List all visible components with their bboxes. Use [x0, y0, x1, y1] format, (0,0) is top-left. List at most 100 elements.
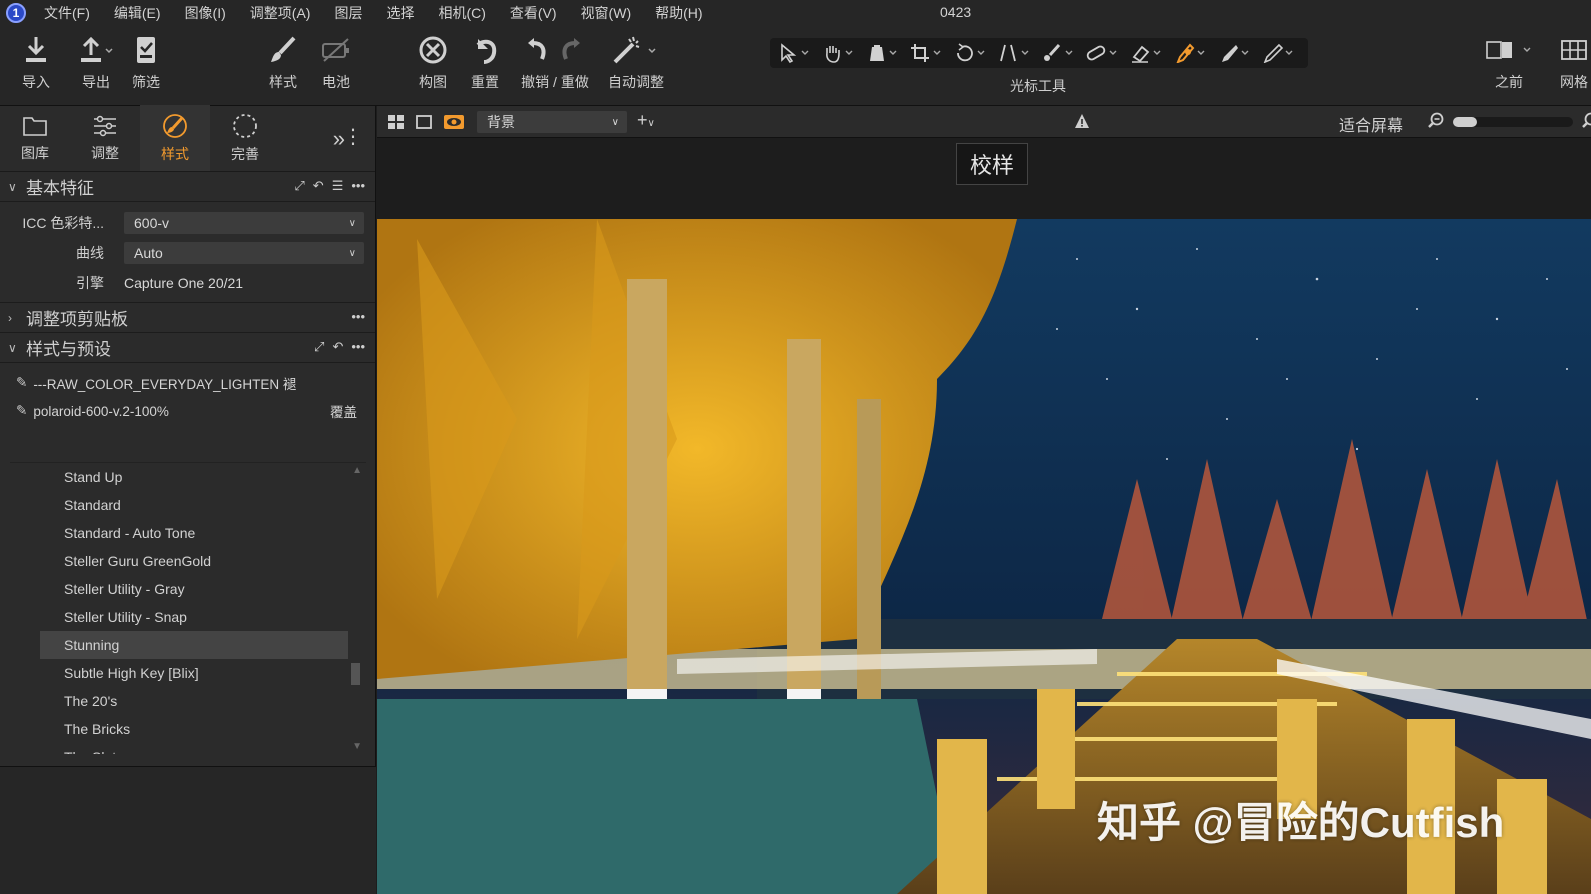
select-cursor-tool[interactable] [778, 43, 822, 63]
cursor-tools-group [770, 38, 1308, 68]
app-logo-icon[interactable]: 1 [6, 3, 26, 23]
list-item[interactable]: The Slats [10, 743, 348, 754]
add-layer-button[interactable]: +∨ [637, 110, 655, 131]
menu-layer[interactable]: 图层 [334, 3, 362, 23]
image-viewer[interactable]: 校样 知乎 @冒险的Cutfish [377, 139, 1591, 894]
watermark-text: 知乎 @冒险的Cutfish [1097, 799, 1505, 846]
icc-profile-select[interactable]: 600-v ∨ [124, 212, 364, 234]
list-item[interactable]: Stand Up [10, 463, 348, 491]
reset-section-icon[interactable]: ↶ [332, 339, 343, 355]
export-icon [78, 32, 114, 68]
reset-icon [470, 32, 500, 68]
refine-icon [233, 114, 257, 138]
styles-presets-header[interactable]: ∨ 样式与预设 ⤢ ↶ ••• [0, 333, 375, 363]
reset-section-icon[interactable]: ↶ [313, 178, 324, 194]
grid-button[interactable]: 网格 [1560, 32, 1588, 92]
single-view-icon[interactable] [415, 114, 433, 130]
icc-profile-value: 600-v [134, 215, 170, 231]
chevron-right-icon: › [8, 310, 12, 325]
import-button[interactable]: 导入 [22, 32, 50, 92]
loupe-cursor-tool[interactable] [866, 43, 910, 63]
curve-select[interactable]: Auto ∨ [124, 242, 364, 264]
menu-edit[interactable]: 编辑(E) [114, 3, 161, 23]
fit-screen-label[interactable]: 适合屏幕 [1339, 112, 1403, 136]
tab-refine-label: 完善 [231, 146, 259, 162]
list-item-selected[interactable]: Stunning [40, 631, 348, 659]
pin-icon[interactable]: ⤢ [294, 178, 304, 194]
keystone-cursor-tool[interactable] [998, 43, 1042, 63]
compose-button[interactable]: 构图 [418, 32, 448, 92]
folder-icon [23, 117, 47, 136]
loupe-icon [870, 45, 897, 61]
applied-style-item[interactable]: ✎ polaroid-600-v.2-100% 覆盖 [0, 397, 375, 425]
reset-button[interactable]: 重置 [470, 32, 500, 92]
zoom-out-icon[interactable] [1427, 112, 1445, 130]
more-options-icon[interactable]: ••• [351, 309, 365, 324]
warning-icon[interactable] [1074, 113, 1090, 129]
keystone-icon [1000, 44, 1029, 62]
grid-label: 网格 [1560, 74, 1588, 90]
grid-view-icon[interactable] [387, 114, 405, 130]
scroll-down-icon[interactable]: ▼ [352, 741, 362, 752]
menu-camera[interactable]: 相机(C) [438, 3, 485, 23]
rotate-cursor-tool[interactable] [954, 43, 998, 63]
list-item[interactable]: Steller Utility - Gray [10, 575, 348, 603]
menu-image[interactable]: 图像(I) [185, 3, 226, 23]
proof-eye-icon[interactable] [443, 114, 465, 130]
basic-characteristics-header[interactable]: ∨ 基本特征 ⤢ ↶ ☰ ••• [0, 172, 375, 202]
list-item[interactable]: Standard [10, 491, 348, 519]
menu-adjustments[interactable]: 调整项(A) [250, 3, 311, 23]
auto-adjust-button[interactable]: 自动调整 [608, 32, 664, 92]
scroll-up-icon[interactable]: ▲ [352, 465, 362, 476]
battery-button[interactable]: 电池 [320, 32, 352, 92]
scrollbar-thumb[interactable] [351, 663, 360, 685]
export-button[interactable]: 导出 [78, 32, 114, 92]
styles-presets-title: 样式与预设 [26, 340, 111, 359]
pencil-cursor-tool[interactable] [1262, 43, 1306, 63]
list-item[interactable]: Steller Utility - Snap [10, 603, 348, 631]
menu-window[interactable]: 视窗(W) [581, 3, 632, 23]
import-label: 导入 [22, 74, 50, 90]
undo-redo-label: 撤销 / 重做 [521, 74, 589, 90]
zoom-slider[interactable] [1453, 117, 1573, 127]
before-button[interactable]: 之前 [1484, 32, 1534, 92]
panel-menu-icon[interactable]: ⋮ [343, 124, 363, 149]
tab-refine[interactable]: 完善 [210, 105, 280, 171]
tab-style[interactable]: 样式 [140, 105, 210, 171]
pan-cursor-tool[interactable] [822, 43, 866, 63]
list-item[interactable]: Standard - Auto Tone [10, 519, 348, 547]
style-button[interactable]: 样式 [268, 32, 298, 92]
pin-icon[interactable]: ⤢ [314, 339, 324, 355]
filter-button[interactable]: 筛选 [132, 32, 160, 92]
eraser-cursor-tool[interactable] [1130, 43, 1174, 63]
zoom-slider-fill [1453, 117, 1477, 127]
crop-cursor-tool[interactable] [910, 43, 954, 63]
zoom-in-icon[interactable] [1581, 112, 1591, 130]
filter-label: 筛选 [132, 74, 160, 90]
menu-help[interactable]: 帮助(H) [655, 3, 702, 23]
more-options-icon[interactable]: ••• [351, 339, 365, 355]
tab-adjust[interactable]: 调整 [70, 105, 140, 171]
list-item[interactable]: Subtle High Key [Blix] [10, 659, 348, 687]
import-icon [23, 32, 49, 68]
adjustments-clipboard-header[interactable]: › 调整项剪贴板 ••• [0, 303, 375, 333]
menu-view[interactable]: 查看(V) [510, 3, 557, 23]
list-icon[interactable]: ☰ [332, 178, 344, 194]
applied-style-item[interactable]: ✎ ---RAW_COLOR_EVERYDAY_LIGHTEN 褪 [0, 369, 375, 397]
list-item[interactable]: Steller Guru GreenGold [10, 547, 348, 575]
list-item[interactable]: The Bricks [10, 715, 348, 743]
annotate-cursor-tool[interactable] [1218, 43, 1262, 63]
menu-select[interactable]: 选择 [386, 3, 414, 23]
more-options-icon[interactable]: ••• [351, 178, 365, 194]
heal-cursor-tool[interactable] [1086, 43, 1130, 63]
tab-library[interactable]: 图库 [0, 105, 70, 171]
picker-cursor-tool[interactable] [1174, 43, 1218, 63]
mask-brush-cursor-tool[interactable] [1042, 43, 1086, 63]
menu-file[interactable]: 文件(F) [44, 3, 90, 23]
undo-redo-button[interactable]: 撤销 / 重做 [520, 32, 590, 92]
chevron-down-icon: ∨ [348, 217, 356, 229]
list-item[interactable]: The 20's [10, 687, 348, 715]
overlay-mode-label[interactable]: 覆盖 [330, 401, 357, 421]
background-select[interactable]: 背景 ∨ [477, 111, 627, 133]
photo-preview[interactable]: 知乎 @冒险的Cutfish [377, 219, 1591, 894]
